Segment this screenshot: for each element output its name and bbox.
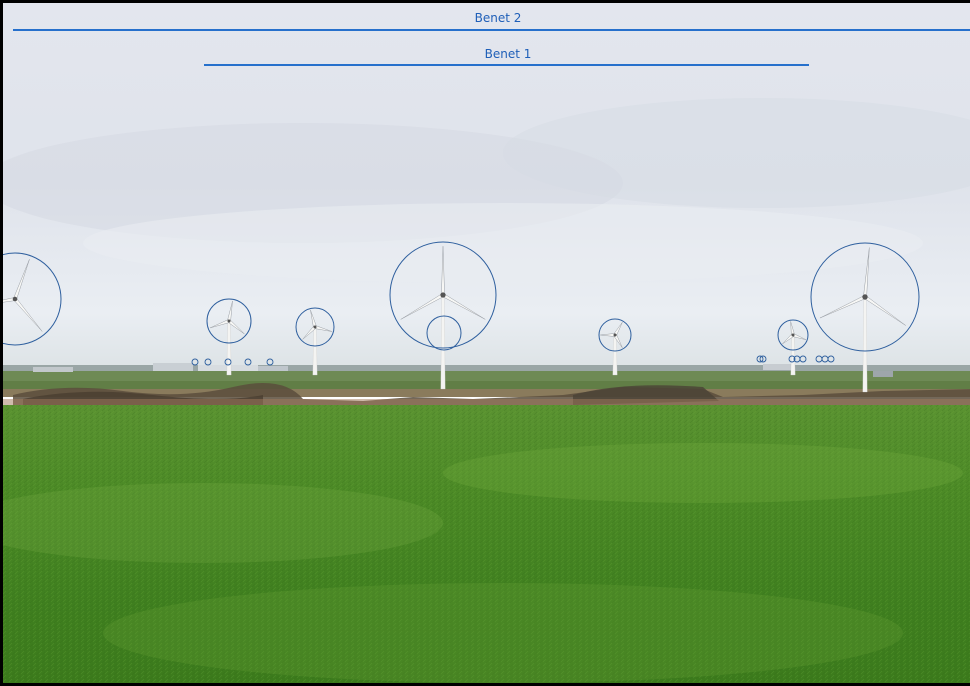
photo-frame: Benet 2 Benet 1: [0, 0, 970, 686]
landscape-photo: [3, 3, 970, 683]
benet-1-label: Benet 1: [484, 47, 532, 61]
benet-2-label: Benet 2: [474, 11, 522, 25]
